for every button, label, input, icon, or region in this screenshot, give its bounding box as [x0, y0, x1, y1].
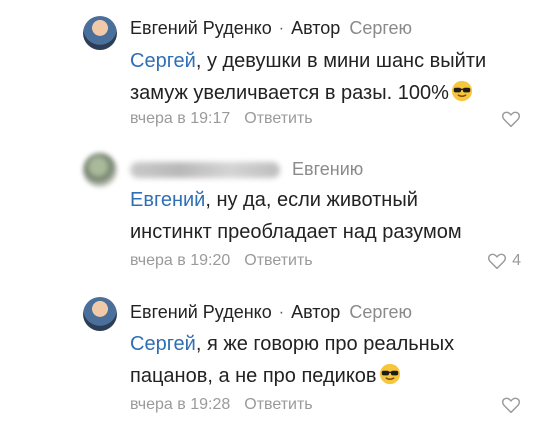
- comment-feed: Евгений Руденко · Автор Сергею Сергей, у…: [0, 0, 540, 422]
- sunglasses-emoji-icon: [451, 80, 472, 102]
- heart-icon: [501, 397, 521, 414]
- reply-to-name[interactable]: Сергею: [349, 302, 412, 323]
- comment-meta: вчера в 19:17 Ответить: [130, 110, 313, 128]
- comment-text-line2: инстинкт преобладает над разумом: [130, 221, 462, 243]
- comment-text-line1: , я же говорю про реальных: [195, 333, 455, 355]
- comment-text-line2: пацанов, а не про педиков: [130, 365, 377, 387]
- heart-icon: [501, 111, 521, 128]
- comment-header: Евгению: [130, 159, 363, 180]
- comment-text: Сергей, я же говорю про реальных пацанов…: [130, 328, 510, 392]
- comment-meta: вчера в 19:28 Ответить: [130, 396, 313, 414]
- author-badge: Автор: [291, 302, 341, 322]
- mention-link[interactable]: Евгений: [130, 189, 205, 211]
- timestamp: вчера в 19:28: [130, 396, 231, 413]
- like-button[interactable]: [501, 110, 521, 128]
- comment-meta: вчера в 19:20 Ответить: [130, 252, 313, 270]
- timestamp: вчера в 19:20: [130, 252, 231, 269]
- author-badge: Автор: [291, 18, 341, 38]
- timestamp: вчера в 19:17: [130, 110, 231, 127]
- separator-dot: ·: [278, 19, 285, 37]
- reply-button[interactable]: Ответить: [244, 396, 312, 414]
- avatar[interactable]: [83, 297, 117, 331]
- separator-dot: ·: [278, 303, 285, 321]
- reply-button[interactable]: Ответить: [244, 110, 312, 128]
- comment-text-line2: замуж увеличвается в разы. 100%: [130, 82, 449, 104]
- comment-header: Евгений Руденко · Автор Сергею: [130, 302, 412, 323]
- reply-to-name[interactable]: Сергею: [349, 18, 412, 39]
- author-name-blurred[interactable]: [130, 161, 280, 178]
- avatar[interactable]: [83, 153, 117, 187]
- mention-link[interactable]: Сергей: [130, 333, 196, 355]
- like-count: 4: [512, 252, 521, 269]
- author-name[interactable]: Евгений Руденко: [130, 18, 272, 39]
- avatar[interactable]: [83, 16, 117, 50]
- author-name[interactable]: Евгений Руденко: [130, 302, 272, 323]
- comment-header: Евгений Руденко · Автор Сергею: [130, 18, 412, 39]
- comment-text: Сергей, у девушки в мини шанс выйти заму…: [130, 45, 510, 109]
- comment-text-line1: , ну да, если животный: [205, 189, 418, 211]
- sunglasses-emoji-icon: [379, 363, 400, 385]
- like-button[interactable]: [501, 396, 521, 414]
- reply-to-name[interactable]: Евгению: [292, 159, 363, 180]
- comment-text: Евгений, ну да, если животный инстинкт п…: [130, 184, 510, 248]
- like-button[interactable]: 4: [487, 252, 521, 270]
- comment-text-line1: , у девушки в мини шанс выйти: [195, 50, 487, 72]
- heart-icon: [488, 253, 507, 270]
- mention-link[interactable]: Сергей: [130, 50, 196, 72]
- reply-button[interactable]: Ответить: [244, 252, 312, 270]
